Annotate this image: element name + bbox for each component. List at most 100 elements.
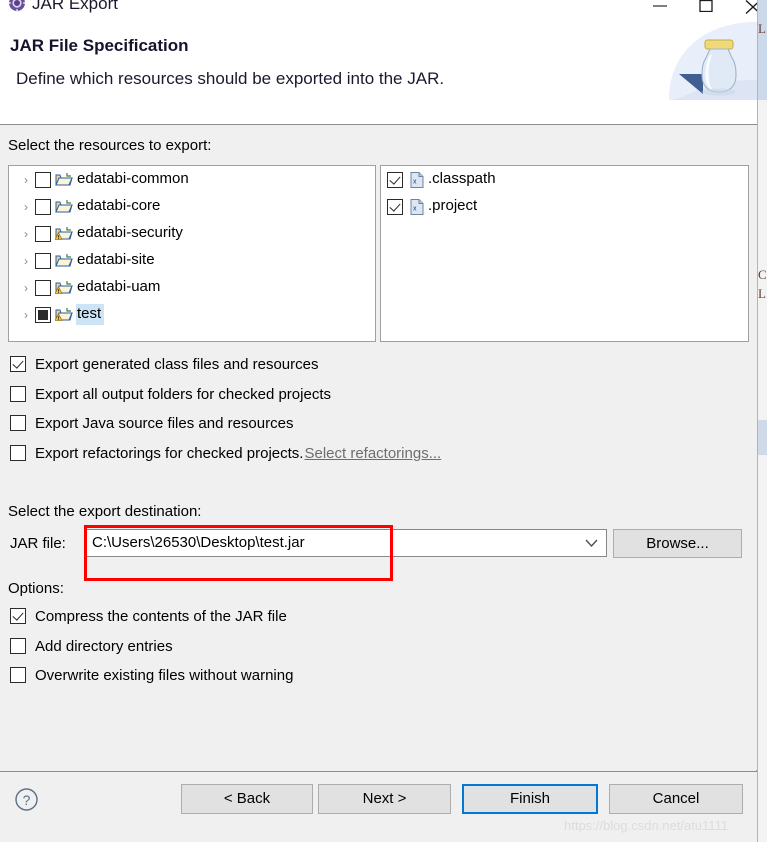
project-checkbox[interactable] bbox=[35, 252, 51, 269]
next-button[interactable]: Next > bbox=[318, 784, 451, 814]
project-folder-icon bbox=[55, 254, 73, 267]
dialog-header: JAR File Specification Define which reso… bbox=[0, 22, 757, 125]
export-refactorings-checkbox[interactable]: Export refactorings for checked projects… bbox=[10, 442, 441, 464]
project-folder-warning-icon bbox=[55, 227, 73, 240]
maximize-button[interactable] bbox=[685, 0, 731, 16]
expand-arrow-icon[interactable]: › bbox=[17, 281, 35, 295]
watermark-text: https://blog.csdn.net/atu1111 bbox=[564, 818, 729, 833]
project-folder-warning-icon bbox=[55, 281, 73, 294]
project-name: edatabi-security bbox=[77, 224, 183, 241]
select-refactorings-link[interactable]: Select refactorings... bbox=[304, 445, 441, 462]
export-generated-class-files-checkbox[interactable]: Export generated class files and resourc… bbox=[10, 353, 318, 375]
jar-file-input[interactable]: C:\Users\26530\Desktop\test.jar bbox=[86, 529, 607, 557]
window-title: JAR Export bbox=[32, 0, 118, 13]
project-folder-icon bbox=[55, 173, 73, 186]
svg-text:x: x bbox=[413, 178, 417, 185]
background-glyph: L bbox=[758, 21, 766, 36]
minimize-icon bbox=[653, 5, 667, 7]
project-name: edatabi-site bbox=[77, 251, 155, 268]
minimize-button[interactable] bbox=[639, 0, 685, 16]
project-checkbox[interactable] bbox=[35, 306, 51, 323]
project-checkbox[interactable] bbox=[35, 198, 51, 215]
table-row[interactable]: › test bbox=[9, 301, 375, 328]
file-checkbox[interactable] bbox=[387, 198, 403, 215]
project-checkbox[interactable] bbox=[35, 279, 51, 296]
table-row[interactable]: › edatabi-core bbox=[9, 193, 375, 220]
svg-text:x: x bbox=[413, 205, 417, 212]
checkbox[interactable] bbox=[10, 356, 26, 372]
project-name: test bbox=[76, 304, 105, 325]
list-item[interactable]: x .project bbox=[381, 193, 748, 220]
project-checkbox[interactable] bbox=[35, 225, 51, 242]
resources-label: Select the resources to export: bbox=[8, 137, 212, 154]
background-glyph: C bbox=[758, 267, 767, 282]
projects-tree[interactable]: › edatabi-common › edatabi-core › edatab… bbox=[8, 165, 376, 342]
export-all-output-folders-checkbox[interactable]: Export all output folders for checked pr… bbox=[10, 383, 331, 405]
file-name: .project bbox=[428, 197, 478, 214]
back-button[interactable]: < Back bbox=[181, 784, 313, 814]
close-icon bbox=[745, 0, 757, 14]
file-checkbox[interactable] bbox=[387, 171, 403, 188]
option-label: Export refactorings for checked projects… bbox=[35, 444, 304, 462]
expand-arrow-icon[interactable]: › bbox=[17, 173, 35, 187]
maximize-icon bbox=[699, 0, 713, 12]
export-java-source-files-checkbox[interactable]: Export Java source files and resources bbox=[10, 412, 293, 434]
expand-arrow-icon[interactable]: › bbox=[17, 254, 35, 268]
svg-text:?: ? bbox=[23, 792, 31, 808]
xml-file-icon: x bbox=[410, 198, 424, 215]
background-band bbox=[758, 0, 767, 100]
option-label: Export Java source files and resources bbox=[35, 414, 294, 432]
finish-button[interactable]: Finish bbox=[462, 784, 598, 814]
background-band bbox=[758, 420, 767, 455]
chevron-down-icon[interactable] bbox=[585, 539, 598, 548]
expand-arrow-icon[interactable]: › bbox=[17, 200, 35, 214]
option-label: Export generated class files and resourc… bbox=[35, 355, 319, 373]
jar-export-icon bbox=[8, 0, 26, 12]
project-folder-icon bbox=[55, 200, 73, 213]
project-folder-warning-icon bbox=[55, 308, 73, 321]
background-window-strip: L C L bbox=[757, 0, 767, 842]
checkbox[interactable] bbox=[10, 415, 26, 431]
expand-arrow-icon[interactable]: › bbox=[17, 227, 35, 241]
background-glyph: L bbox=[758, 286, 766, 301]
project-name: edatabi-uam bbox=[77, 278, 161, 295]
file-name: .classpath bbox=[428, 170, 496, 187]
files-list[interactable]: x .classpath x .project bbox=[380, 165, 749, 342]
jar-file-value: C:\Users\26530\Desktop\test.jar bbox=[92, 534, 305, 551]
table-row[interactable]: › edatabi-common bbox=[9, 166, 375, 193]
project-name: edatabi-common bbox=[77, 170, 189, 187]
xml-file-icon: x bbox=[410, 171, 424, 188]
expand-arrow-icon[interactable]: › bbox=[17, 308, 35, 322]
checkbox[interactable] bbox=[10, 386, 26, 402]
table-row[interactable]: › edatabi-uam bbox=[9, 274, 375, 301]
overwrite-existing-files-checkbox[interactable]: Overwrite existing files without warning bbox=[10, 664, 293, 686]
jar-file-label: JAR file: bbox=[10, 535, 66, 552]
checkbox[interactable] bbox=[10, 638, 26, 654]
project-name: edatabi-core bbox=[77, 197, 161, 214]
compress-jar-checkbox[interactable]: Compress the contents of the JAR file bbox=[10, 605, 287, 627]
title-bar: JAR Export bbox=[0, 0, 757, 22]
jar-bottle-icon bbox=[669, 22, 757, 124]
checkbox[interactable] bbox=[10, 445, 26, 461]
option-label: Export all output folders for checked pr… bbox=[35, 385, 331, 403]
cancel-button[interactable]: Cancel bbox=[609, 784, 743, 814]
browse-button[interactable]: Browse... bbox=[613, 529, 742, 558]
page-title: JAR File Specification bbox=[10, 36, 189, 55]
list-item[interactable]: x .classpath bbox=[381, 166, 748, 193]
close-button[interactable] bbox=[731, 0, 757, 16]
dialog-body: Select the resources to export: › edatab… bbox=[0, 125, 757, 770]
page-description: Define which resources should be exporte… bbox=[16, 69, 445, 88]
jar-export-dialog: JAR Export JAR File Specification Define… bbox=[0, 0, 757, 842]
table-row[interactable]: › edatabi-site bbox=[9, 247, 375, 274]
option-label: Overwrite existing files without warning bbox=[35, 666, 294, 684]
add-directory-entries-checkbox[interactable]: Add directory entries bbox=[10, 635, 173, 657]
help-question-icon[interactable]: ? bbox=[14, 787, 39, 812]
destination-label: Select the export destination: bbox=[8, 503, 202, 520]
options-label: Options: bbox=[8, 580, 64, 597]
table-row[interactable]: › edatabi-security bbox=[9, 220, 375, 247]
project-checkbox[interactable] bbox=[35, 171, 51, 188]
checkbox[interactable] bbox=[10, 667, 26, 683]
option-label: Compress the contents of the JAR file bbox=[35, 607, 287, 625]
option-label: Add directory entries bbox=[35, 637, 173, 655]
checkbox[interactable] bbox=[10, 608, 26, 624]
